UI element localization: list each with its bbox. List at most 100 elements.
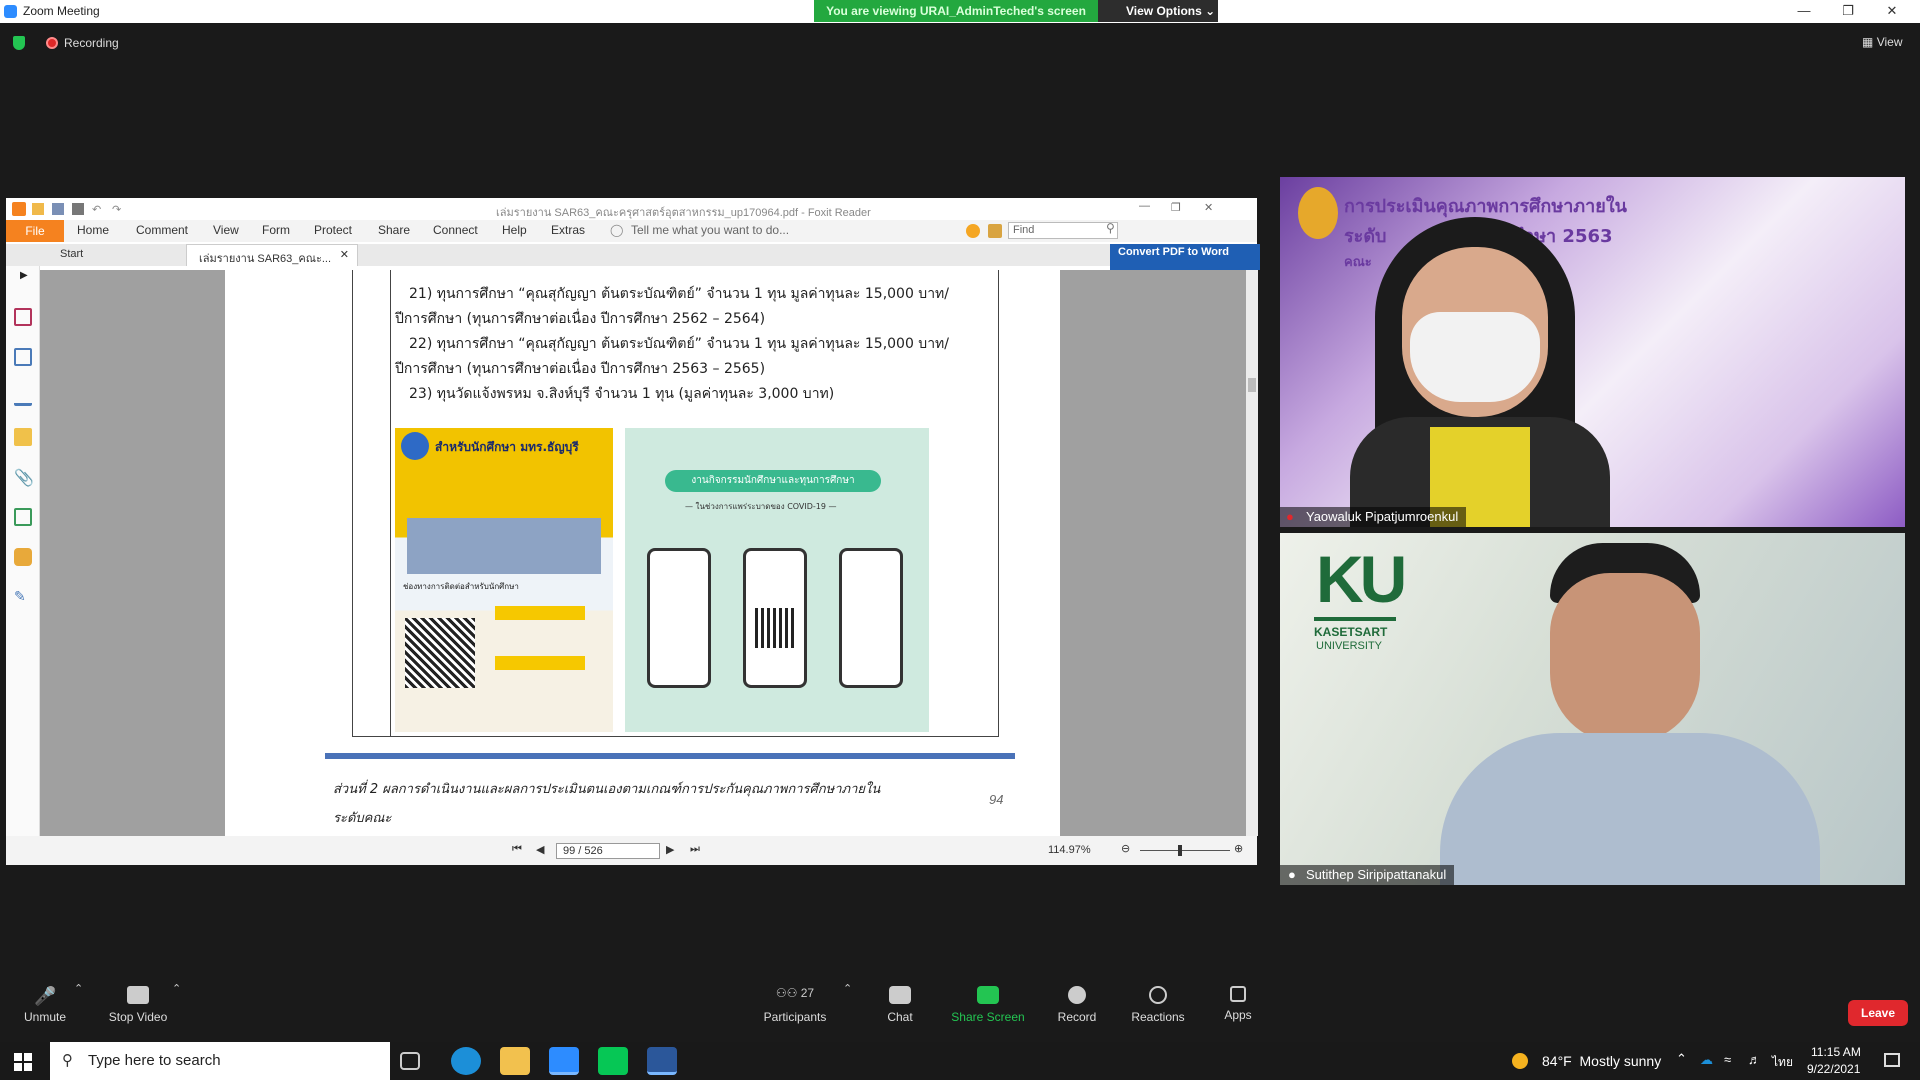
participants-button[interactable]: ⚇⚇ 27 Participants	[750, 980, 840, 1024]
first-page-icon[interactable]: ⏮	[512, 843, 522, 856]
zoom-in-icon[interactable]: ⊕	[1234, 842, 1243, 855]
volume-icon[interactable]: ♬	[1748, 1052, 1761, 1067]
onedrive-icon[interactable]: ☁	[1700, 1052, 1713, 1068]
menu-view[interactable]: View	[213, 223, 239, 237]
zoom-level[interactable]: 114.97%	[1048, 844, 1091, 856]
comments-icon[interactable]	[14, 428, 32, 446]
signature-icon[interactable]	[14, 508, 32, 526]
poster-logo-icon	[401, 432, 429, 460]
maximize-button[interactable]: ❐	[1826, 2, 1870, 20]
record-icon	[1068, 986, 1086, 1004]
zoom-taskbar-icon[interactable]	[549, 1047, 579, 1075]
menu-home[interactable]: Home	[77, 223, 109, 237]
foxit-restore-button[interactable]: ❐	[1171, 201, 1181, 214]
stop-video-button[interactable]: Stop Video	[93, 980, 183, 1024]
qr-code-icon	[405, 618, 475, 688]
chat-icon	[889, 986, 911, 1004]
lock-icon[interactable]	[14, 548, 32, 566]
tell-me-input[interactable]: Tell me what you want to do...	[631, 223, 789, 237]
layers-icon[interactable]	[14, 388, 32, 406]
attachment-icon[interactable]: 📎	[14, 468, 34, 487]
page-number-input[interactable]: 99 / 526	[556, 843, 660, 859]
participants-label: Participants	[763, 1010, 827, 1024]
open-icon[interactable]	[32, 203, 44, 215]
find-folder-icon[interactable]	[988, 224, 1002, 238]
reactions-icon	[1149, 986, 1167, 1004]
tab-document[interactable]: เล่มรายงาน SAR63_คณะ... ✕	[186, 244, 358, 266]
close-tab-icon[interactable]: ✕	[340, 248, 349, 261]
taskbar-search-input[interactable]: ⚲ Type here to search	[50, 1042, 390, 1080]
view-options-button[interactable]: View Options ⌄	[1098, 0, 1218, 22]
apps-button[interactable]: Apps	[1193, 980, 1283, 1022]
weather-text[interactable]: 84°F Mostly sunny	[1542, 1053, 1661, 1069]
video-options-chevron-icon[interactable]: ⌃	[172, 982, 181, 995]
edit-signature-icon[interactable]: ✎	[14, 588, 32, 606]
find-input[interactable]: Find	[1008, 222, 1118, 239]
weather-sun-icon[interactable]	[1512, 1053, 1528, 1069]
scroll-thumb[interactable]	[1248, 378, 1256, 392]
pages-icon[interactable]	[14, 348, 32, 366]
participants-chevron-icon[interactable]: ⌃	[843, 982, 852, 995]
recording-icon[interactable]	[46, 37, 58, 49]
next-page-icon[interactable]: ▶	[666, 843, 674, 856]
foxit-close-button[interactable]: ✕	[1204, 201, 1213, 214]
menu-share[interactable]: Share	[378, 223, 410, 237]
menu-extras[interactable]: Extras	[551, 223, 585, 237]
windows-start-icon[interactable]	[14, 1053, 32, 1071]
word-app-icon[interactable]	[647, 1047, 677, 1075]
zoom-app-icon	[4, 5, 17, 18]
search-icon[interactable]: ⚲	[1106, 221, 1115, 235]
qr-code-icon	[755, 608, 795, 648]
convert-pdf-to-word-button[interactable]: Convert PDF to Word	[1110, 244, 1260, 270]
view-button[interactable]: ▦ View	[1862, 35, 1902, 49]
record-button[interactable]: Record	[1032, 980, 1122, 1024]
menu-protect[interactable]: Protect	[314, 223, 352, 237]
video-tile[interactable]: การประเมินคุณภาพการศึกษาภายใน ระดับ จำปี…	[1280, 177, 1905, 527]
share-screen-button[interactable]: Share Screen	[943, 980, 1033, 1024]
redo-icon[interactable]: ↷	[112, 203, 124, 216]
notifications-icon[interactable]	[1884, 1053, 1900, 1067]
zoom-slider[interactable]	[1140, 850, 1230, 851]
bookmark-icon[interactable]	[14, 308, 32, 326]
print-icon[interactable]	[72, 203, 84, 215]
menu-file[interactable]: File	[6, 220, 64, 242]
window-title: Zoom Meeting	[23, 4, 100, 18]
students-photo	[407, 518, 601, 574]
expand-arrow-icon[interactable]: ▶	[20, 270, 28, 281]
vertical-scrollbar[interactable]	[1246, 270, 1258, 836]
wifi-icon[interactable]: ≈	[1724, 1052, 1731, 1067]
clock-date[interactable]: 9/22/2021	[1807, 1062, 1860, 1076]
tray-chevron-icon[interactable]: ⌃	[1676, 1051, 1687, 1067]
task-view-icon[interactable]	[400, 1052, 420, 1070]
leave-button[interactable]: Leave	[1848, 1000, 1908, 1026]
clock-time[interactable]: 11:15 AM	[1811, 1045, 1861, 1059]
tab-start[interactable]: Start	[40, 244, 186, 266]
menu-comment[interactable]: Comment	[136, 223, 188, 237]
poster-left-subtitle: ช่องทางการติดต่อสำหรับนักศึกษา	[403, 582, 519, 591]
menu-help[interactable]: Help	[502, 223, 527, 237]
file-explorer-icon[interactable]	[500, 1047, 530, 1075]
audio-options-chevron-icon[interactable]: ⌃	[74, 982, 83, 995]
zoom-slider-handle[interactable]	[1178, 845, 1182, 856]
zoom-out-icon[interactable]: ⊖	[1121, 842, 1130, 855]
edge-browser-icon[interactable]	[451, 1047, 481, 1075]
phone-mockup	[647, 548, 711, 688]
chat-button[interactable]: Chat	[855, 980, 945, 1024]
security-shield-icon[interactable]	[13, 36, 25, 50]
line-app-icon[interactable]	[598, 1047, 628, 1075]
foxit-minimize-button[interactable]: —	[1139, 200, 1150, 212]
smile-icon[interactable]	[966, 224, 980, 238]
video-tile[interactable]: KU KASETSART UNIVERSITY ● Sutithep Sirip…	[1280, 533, 1905, 885]
menu-connect[interactable]: Connect	[433, 223, 478, 237]
prev-page-icon[interactable]: ◀	[536, 843, 544, 856]
close-button[interactable]: ✕	[1870, 2, 1914, 20]
last-page-icon[interactable]: ⏭	[690, 843, 700, 856]
poster-label	[495, 656, 585, 670]
mic-muted-icon: ●	[1286, 509, 1294, 524]
input-language[interactable]: ไทย	[1772, 1053, 1793, 1072]
undo-icon[interactable]: ↶	[92, 203, 104, 216]
save-icon[interactable]	[52, 203, 64, 215]
reactions-button[interactable]: Reactions	[1113, 980, 1203, 1024]
menu-form[interactable]: Form	[262, 223, 290, 237]
minimize-button[interactable]: —	[1782, 2, 1826, 20]
